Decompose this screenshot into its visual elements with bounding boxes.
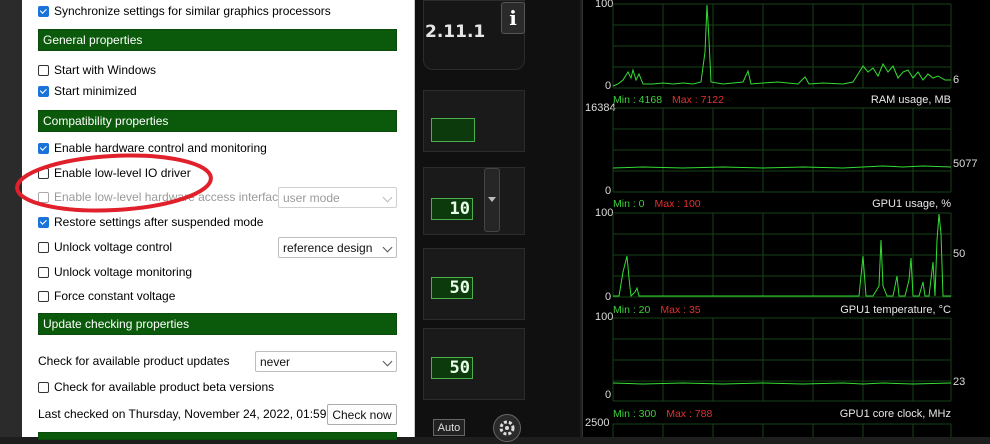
chevron-down-icon (382, 192, 393, 203)
info-icon: i (509, 6, 517, 30)
unlock-voltage-row[interactable]: Unlock voltage control (38, 237, 172, 257)
hw-iface-mode-value: user mode (283, 190, 340, 205)
lcd-value-1: 10 (431, 198, 473, 220)
lcd-display-empty (431, 118, 475, 142)
monitoring-graphs: 100 0 6 Min : 4168 Max : 7122 RAM usage, … (582, 0, 990, 437)
annotation-ellipse (15, 153, 213, 213)
unlock-monitor-checkbox[interactable] (38, 266, 49, 278)
update-frequency-value: never (260, 354, 291, 369)
graph-plot-area (612, 3, 952, 437)
version-label: 2.11.1 (425, 22, 486, 42)
lcd-value-2: 50 (431, 277, 473, 299)
caret-down-icon (488, 197, 496, 202)
next-section-header (38, 432, 397, 440)
chevron-down-icon (382, 242, 393, 253)
chevron-down-icon (382, 356, 393, 367)
last-checked-row: Last checked on Thursday, November 24, 2… (38, 404, 343, 424)
check-beta-checkbox[interactable] (38, 381, 49, 393)
auto-button[interactable]: Auto (433, 419, 465, 436)
gear-icon (499, 420, 515, 436)
update-properties-header: Update checking properties (38, 313, 397, 335)
force-voltage-label: Force constant voltage (54, 289, 176, 303)
lcd-value-3: 50 (431, 357, 473, 379)
check-updates-label: Check for available product updates (38, 354, 230, 368)
unlock-voltage-checkbox[interactable] (38, 241, 49, 253)
force-voltage-row[interactable]: Force constant voltage (38, 286, 175, 306)
last-checked-text: Last checked on Thursday, November 24, 2… (38, 407, 344, 421)
check-updates-row: Check for available product updates (38, 351, 229, 371)
skin-dropdown-button[interactable] (484, 168, 500, 232)
info-button[interactable]: i (501, 2, 525, 34)
update-frequency-select[interactable]: never (255, 351, 397, 372)
unlock-voltage-label: Unlock voltage control (54, 240, 173, 254)
unlock-monitor-row[interactable]: Unlock voltage monitoring (38, 262, 192, 282)
voltage-mode-value: reference design (283, 240, 373, 255)
unlock-monitor-label: Unlock voltage monitoring (54, 265, 193, 279)
check-now-button[interactable]: Check now (327, 404, 397, 425)
force-voltage-checkbox[interactable] (38, 290, 49, 302)
hw-iface-mode-select[interactable]: user mode (278, 187, 397, 208)
voltage-mode-select[interactable]: reference design (278, 237, 397, 258)
check-beta-label: Check for available product beta version… (54, 380, 275, 394)
check-beta-row[interactable]: Check for available product beta version… (38, 377, 274, 397)
afterburner-skin: 2.11.1 i 10 50 50 Auto (415, 0, 580, 442)
settings-gear-button[interactable] (493, 414, 521, 442)
